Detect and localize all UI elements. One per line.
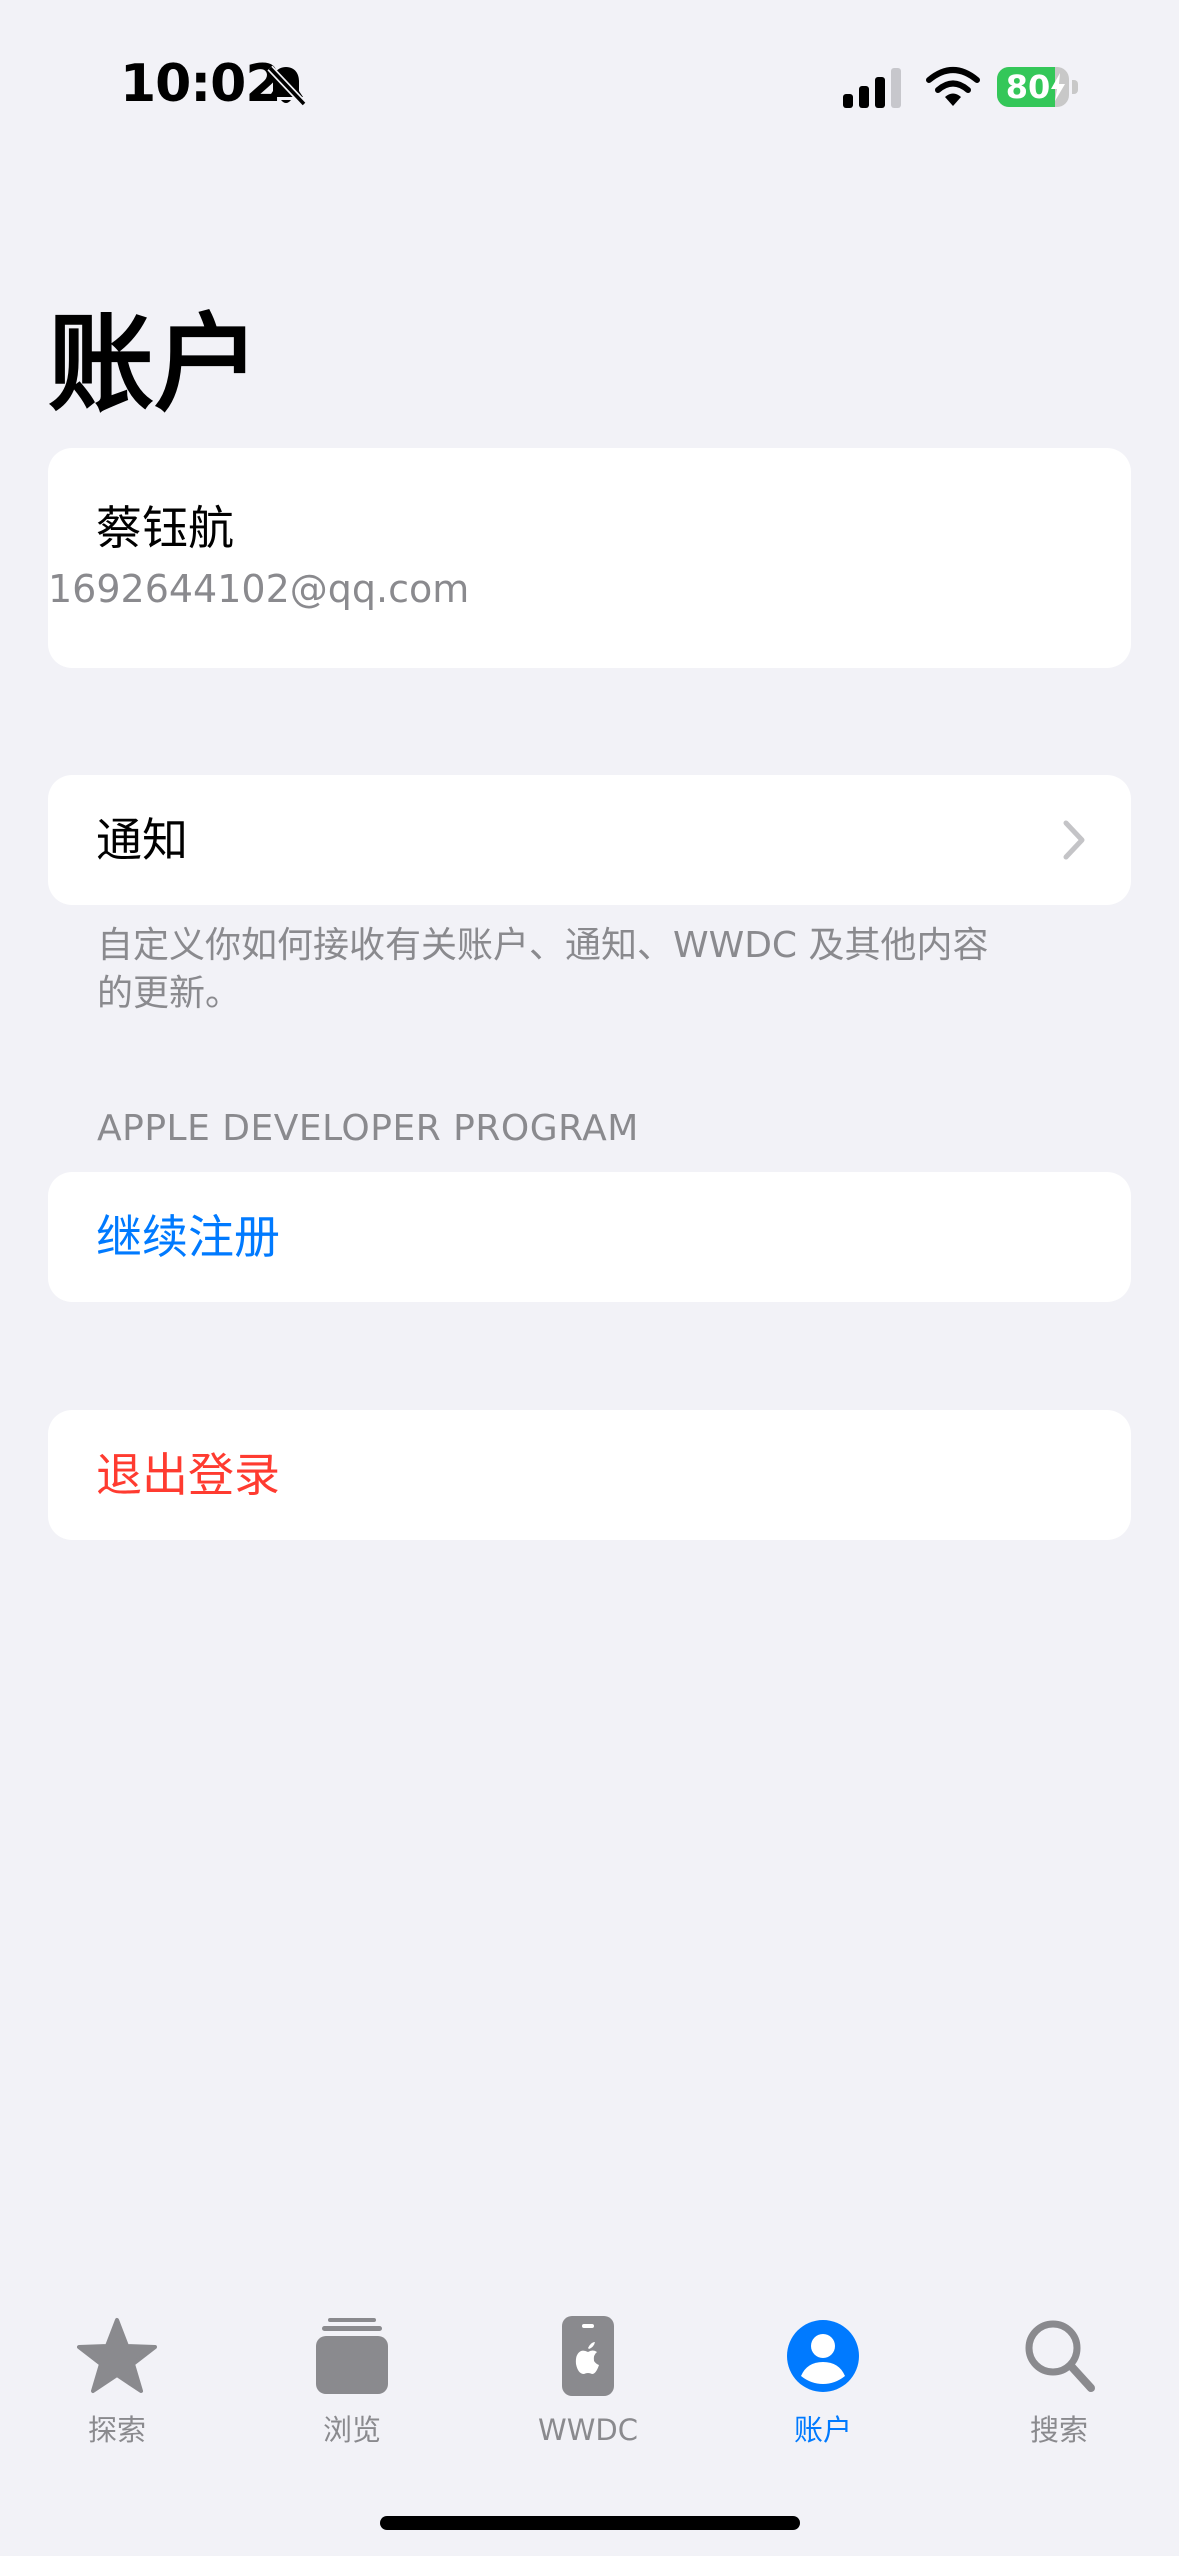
- sign-out-button[interactable]: 退出登录: [48, 1410, 1131, 1540]
- status-time: 10:02: [120, 54, 282, 114]
- user-name: 蔡钰航: [96, 501, 234, 555]
- tab-search[interactable]: 搜索: [959, 2316, 1159, 2476]
- user-card: 蔡钰航: [48, 448, 1131, 668]
- magnifier-icon: [1025, 2320, 1095, 2392]
- home-indicator[interactable]: [380, 2516, 800, 2530]
- tab-explore[interactable]: 探索: [17, 2316, 217, 2476]
- page-title: 账户: [48, 303, 260, 426]
- notifications-footnote: 自定义你如何接收有关账户、通知、WWDC 及其他内容的更新。: [97, 925, 989, 1014]
- notifications-row[interactable]: 通知: [48, 775, 1131, 905]
- tab-explore-label: 探索: [87, 2413, 146, 2447]
- tab-browse[interactable]: 浏览: [252, 2316, 452, 2476]
- notifications-label: 通知: [96, 813, 188, 867]
- tab-account[interactable]: 账户: [723, 2316, 923, 2476]
- stack-icon: [316, 2318, 388, 2394]
- tab-wwdc-label: WWDC: [538, 2413, 638, 2447]
- chevron-right-icon: [1063, 820, 1085, 860]
- star-icon: [77, 2318, 157, 2393]
- person-circle-icon: [787, 2320, 859, 2392]
- tab-account-label: 账户: [793, 2413, 852, 2447]
- cellular-signal-icon: [843, 68, 901, 108]
- battery-level: 80: [1005, 68, 1051, 106]
- sign-out-label: 退出登录: [96, 1448, 280, 1502]
- tab-wwdc[interactable]: WWDC: [488, 2316, 688, 2476]
- tab-browse-label: 浏览: [322, 2413, 381, 2447]
- wifi-icon: [926, 67, 980, 106]
- tab-search-label: 搜索: [1029, 2413, 1088, 2447]
- section-header-developer-program: APPLE DEVELOPER PROGRAM: [97, 1108, 639, 1149]
- battery-charging-icon: 80: [997, 67, 1079, 107]
- continue-enrollment-button[interactable]: 继续注册: [48, 1172, 1131, 1302]
- charging-bolt-icon: [1051, 73, 1065, 101]
- bell-slash-icon: [267, 65, 307, 107]
- user-email: 1692644102@qq.com: [48, 567, 470, 611]
- wwdc-icon: [562, 2316, 614, 2396]
- continue-enrollment-label: 继续注册: [96, 1210, 280, 1264]
